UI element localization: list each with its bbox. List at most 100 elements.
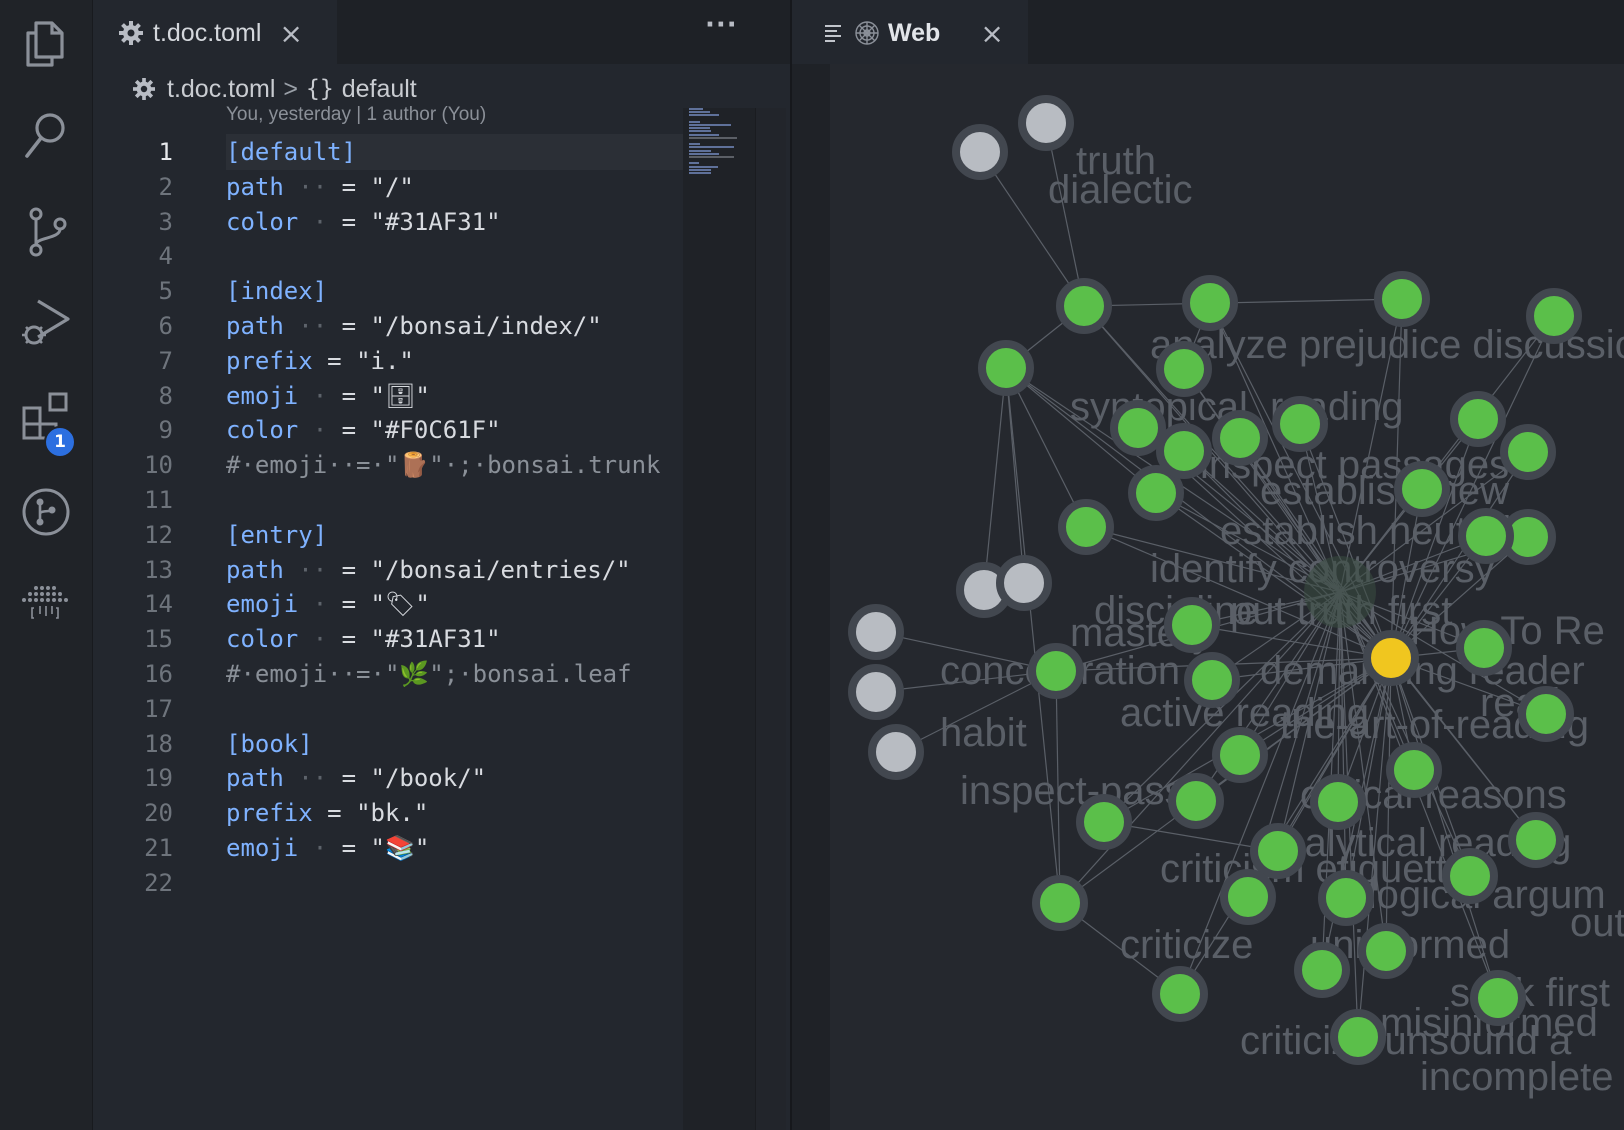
web-tabbar: Web × [792, 0, 1624, 66]
gear-icon [133, 78, 155, 100]
leaf-node[interactable] [1212, 410, 1268, 466]
extensions-badge: 1 [44, 426, 76, 458]
leaf-node[interactable] [1442, 848, 1498, 904]
leaf-node[interactable] [1500, 424, 1556, 480]
code-line[interactable]: 1 [default] [93, 134, 775, 170]
git-graph-icon[interactable] [18, 484, 74, 540]
code-line[interactable]: 3 color · = "#31AF31" [93, 204, 775, 240]
code-line[interactable]: 10 #·emoji··=·"🪵"·;·bonsai.trunk [93, 447, 775, 483]
tag-node[interactable] [848, 664, 904, 720]
leaf-node[interactable] [978, 340, 1034, 396]
leaf-node[interactable] [1032, 875, 1088, 931]
tag-node[interactable] [952, 124, 1008, 180]
tab-close-icon[interactable]: × [279, 17, 302, 50]
leaf-node[interactable] [1358, 923, 1414, 979]
leaf-node[interactable] [1212, 727, 1268, 783]
minimap-line [689, 152, 720, 155]
leaf-node[interactable] [1164, 597, 1220, 653]
code-line[interactable]: 12 [entry] [93, 517, 775, 553]
code-line[interactable]: 15 color · = "#31AF31" [93, 621, 775, 657]
leaf-node[interactable] [1156, 423, 1212, 479]
git-blame-annotation[interactable]: You, yesterday | 1 author (You) [226, 104, 486, 126]
line-number: 15 [144, 625, 173, 654]
tag-node[interactable] [996, 555, 1052, 611]
search-icon[interactable] [18, 108, 74, 164]
leaf-node[interactable] [1156, 341, 1212, 397]
source-control-icon[interactable] [18, 204, 74, 260]
code-line[interactable]: 14 emoji · = "🏷" [93, 586, 775, 622]
leaf-node[interactable] [1508, 812, 1564, 868]
code-line[interactable]: 22 [93, 865, 775, 901]
leaf-node[interactable] [1470, 970, 1526, 1026]
code-line[interactable]: 17 [93, 691, 775, 727]
tab-t-doc-toml[interactable]: t.doc.toml × [93, 0, 337, 66]
leaf-node[interactable] [1458, 508, 1514, 564]
leaf-node[interactable] [1394, 461, 1450, 517]
line-text: [default] [226, 138, 357, 166]
leaf-node[interactable] [1318, 870, 1374, 926]
code-line[interactable]: 11 [93, 482, 775, 518]
leaf-node[interactable] [1294, 942, 1350, 998]
line-number: 9 [158, 416, 173, 445]
leaf-node[interactable] [1028, 643, 1084, 699]
leaf-node[interactable] [1386, 742, 1442, 798]
code-line[interactable]: 9 color · = "#F0C61F" [93, 412, 775, 448]
leaf-node[interactable] [1110, 400, 1166, 456]
code-line[interactable]: 4 [93, 238, 775, 274]
code-line[interactable]: 2 path ·· = "/" [93, 169, 775, 205]
tag-node[interactable] [848, 604, 904, 660]
leaf-node[interactable] [1168, 773, 1224, 829]
tab-close-icon[interactable]: × [980, 17, 1003, 50]
leaf-node[interactable] [1182, 275, 1238, 331]
minimap-line [689, 149, 712, 152]
code-line[interactable]: 6 path ·· = "/bonsai/index/" [93, 308, 775, 344]
graph-label: habit [940, 711, 1027, 755]
breadcrumb: t.doc.toml > {} default [133, 70, 417, 108]
leaf-node[interactable] [1374, 271, 1430, 327]
leaf-node[interactable] [1220, 869, 1276, 925]
leaf-node[interactable] [1526, 288, 1582, 344]
tag-node[interactable] [1018, 95, 1074, 151]
leaf-node[interactable] [1152, 966, 1208, 1022]
code-line[interactable]: 13 path ·· = "/bonsai/entries/" [93, 552, 775, 588]
code-line[interactable]: 16 #·emoji··=·"🌿";·bonsai.leaf [93, 656, 775, 692]
more-actions-button[interactable]: ··· [705, 10, 738, 40]
leaf-node[interactable] [1450, 391, 1506, 447]
graph-edge [983, 367, 1007, 591]
graph-edge [1005, 367, 1061, 904]
code-line[interactable]: 7 prefix = "i." [93, 343, 775, 379]
leaf-node[interactable] [1184, 652, 1240, 708]
leaf-node[interactable] [1272, 396, 1328, 452]
tab-web[interactable]: Web × [792, 0, 1028, 66]
code-line[interactable]: 21 emoji · = "📚" [93, 830, 775, 866]
leaf-node[interactable] [1058, 499, 1114, 555]
bonsai-web-graph[interactable]: truth dialectic analyze prejudice discussi… [830, 64, 1624, 1130]
minimap-line [689, 172, 712, 174]
leaf-node[interactable] [1056, 278, 1112, 334]
tab-label: Web [888, 18, 941, 47]
leaf-node[interactable] [1304, 556, 1376, 628]
tag-node[interactable] [868, 724, 924, 780]
code-line[interactable]: 20 prefix = "bk." [93, 795, 775, 831]
editor-scrollbar[interactable] [755, 108, 786, 1130]
code-line[interactable]: 5 [index] [93, 273, 775, 309]
leaf-node[interactable] [1250, 823, 1306, 879]
minimap[interactable] [683, 108, 755, 1130]
leaf-node[interactable] [1330, 1009, 1386, 1065]
bonsai-icon[interactable] [18, 574, 74, 630]
leaf-node[interactable] [1456, 620, 1512, 676]
leaf-node[interactable] [1076, 794, 1132, 850]
line-text: [entry] [226, 520, 328, 549]
trunk-node[interactable] [1363, 630, 1419, 686]
leaf-node[interactable] [1518, 686, 1574, 742]
graph-canvas[interactable]: truthdialecticanalyze prejudice discussi… [830, 64, 1624, 1130]
minimap-line [689, 111, 710, 114]
code-line[interactable]: 19 path ·· = "/book/" [93, 760, 775, 796]
code-line[interactable]: 18 [book] [93, 726, 775, 762]
code-line[interactable]: 8 emoji · = "🗄" [93, 378, 775, 414]
leaf-node[interactable] [1310, 774, 1366, 830]
breadcrumb-symbol[interactable]: default [342, 75, 417, 104]
breadcrumb-file[interactable]: t.doc.toml [167, 75, 275, 104]
explorer-icon[interactable] [18, 16, 74, 72]
run-debug-icon[interactable] [18, 294, 74, 350]
